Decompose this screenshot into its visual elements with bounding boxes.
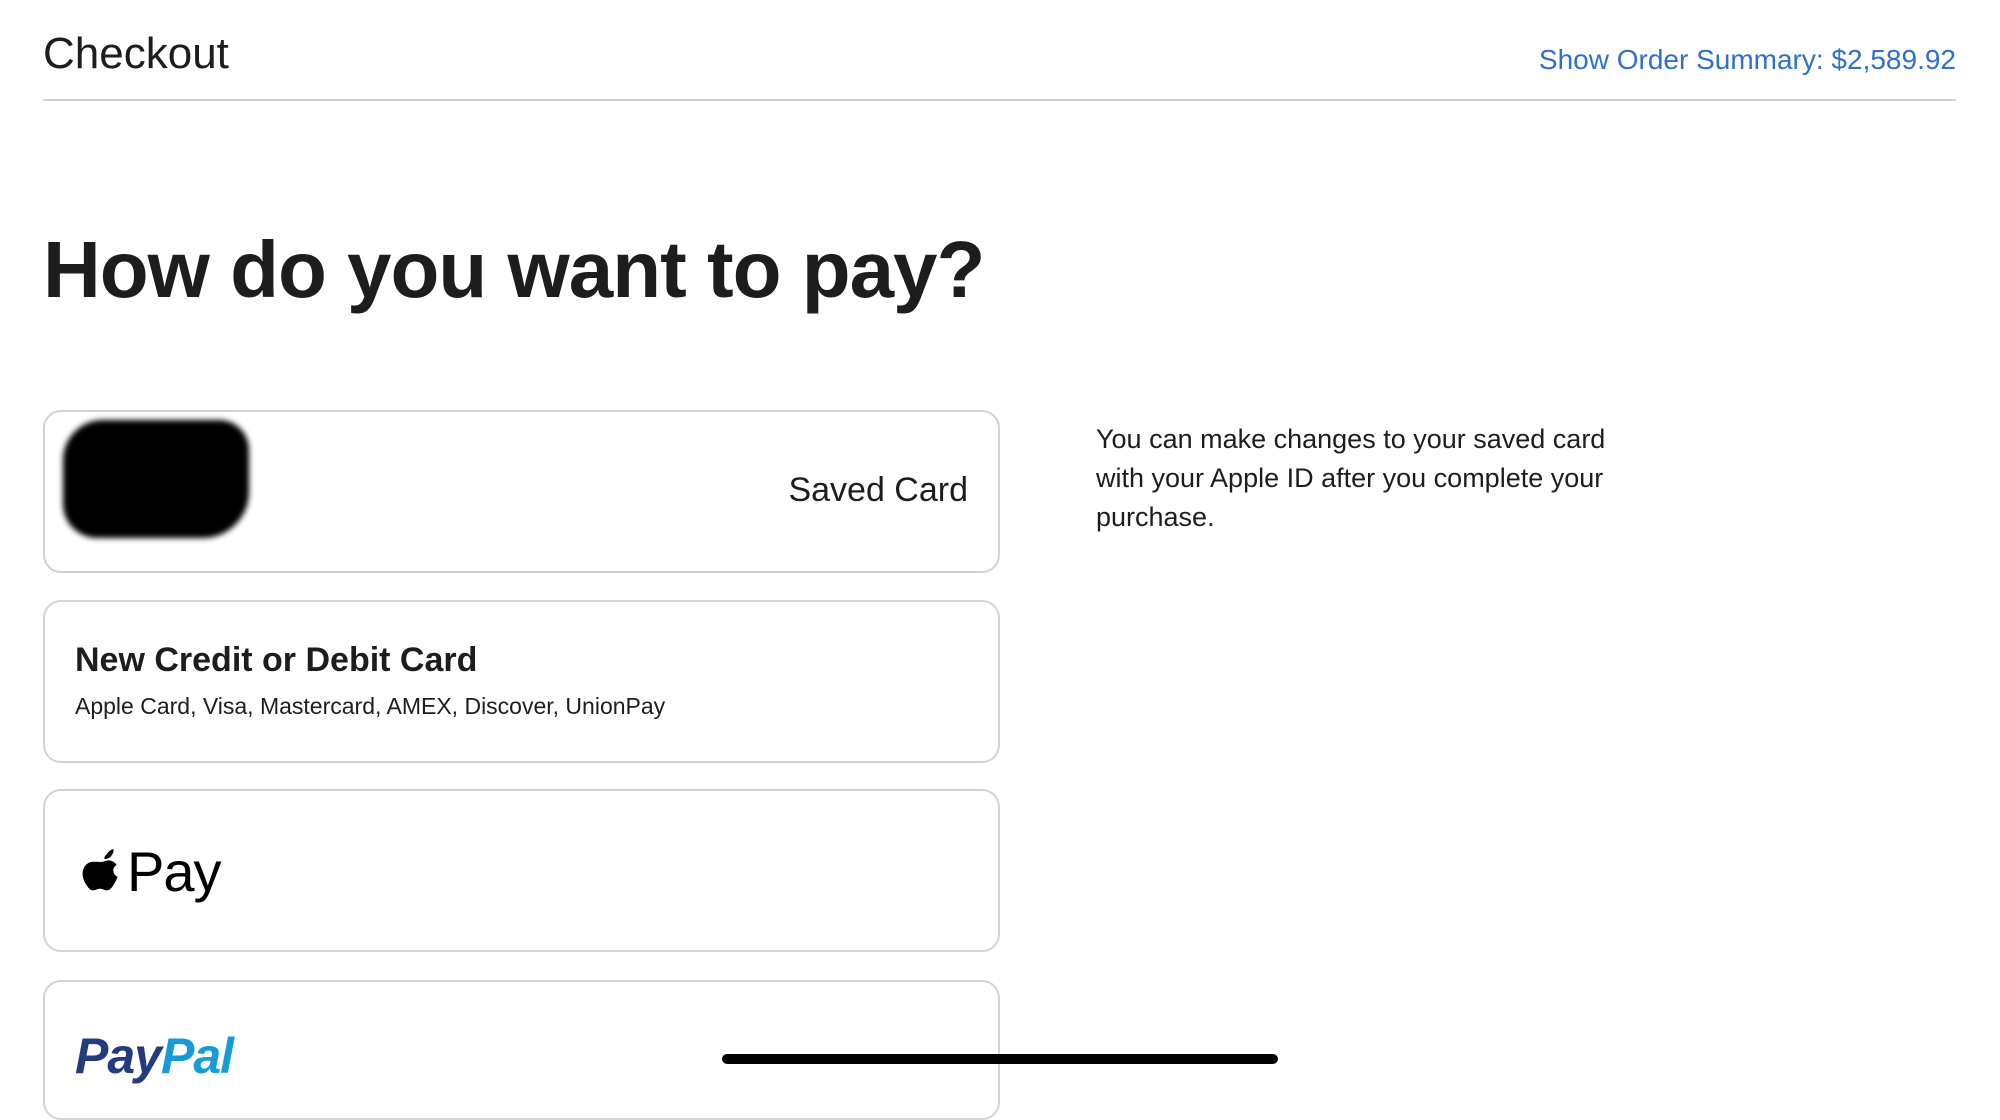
apple-pay-label: Pay xyxy=(127,840,221,903)
new-card-option[interactable]: New Credit or Debit Card Apple Card, Vis… xyxy=(43,600,1000,763)
saved-card-label: Saved Card xyxy=(788,471,968,509)
accepted-cards-text: Apple Card, Visa, Mastercard, AMEX, Disc… xyxy=(75,693,666,719)
paypal-logo: PayPal xyxy=(75,1026,234,1086)
apple-pay-logo: Pay xyxy=(81,837,221,907)
apple-pay-option[interactable]: Pay xyxy=(43,789,1000,952)
home-indicator[interactable] xyxy=(722,1054,1278,1064)
apple-logo-icon xyxy=(81,848,121,896)
show-order-summary-link[interactable]: Show Order Summary: $2,589.92 xyxy=(1539,40,1956,80)
header-title: Checkout xyxy=(43,29,229,78)
redacted-card-image xyxy=(63,420,249,538)
paypal-option[interactable]: PayPal xyxy=(43,980,1000,1120)
saved-card-option[interactable]: Saved Card xyxy=(43,410,1000,573)
saved-card-info-text: You can make changes to your saved card … xyxy=(1096,424,1606,532)
new-card-title: New Credit or Debit Card xyxy=(75,641,478,679)
checkout-header: Checkout Show Order Summary: $2,589.92 xyxy=(43,0,1956,101)
page-title: How do you want to pay? xyxy=(43,225,985,314)
